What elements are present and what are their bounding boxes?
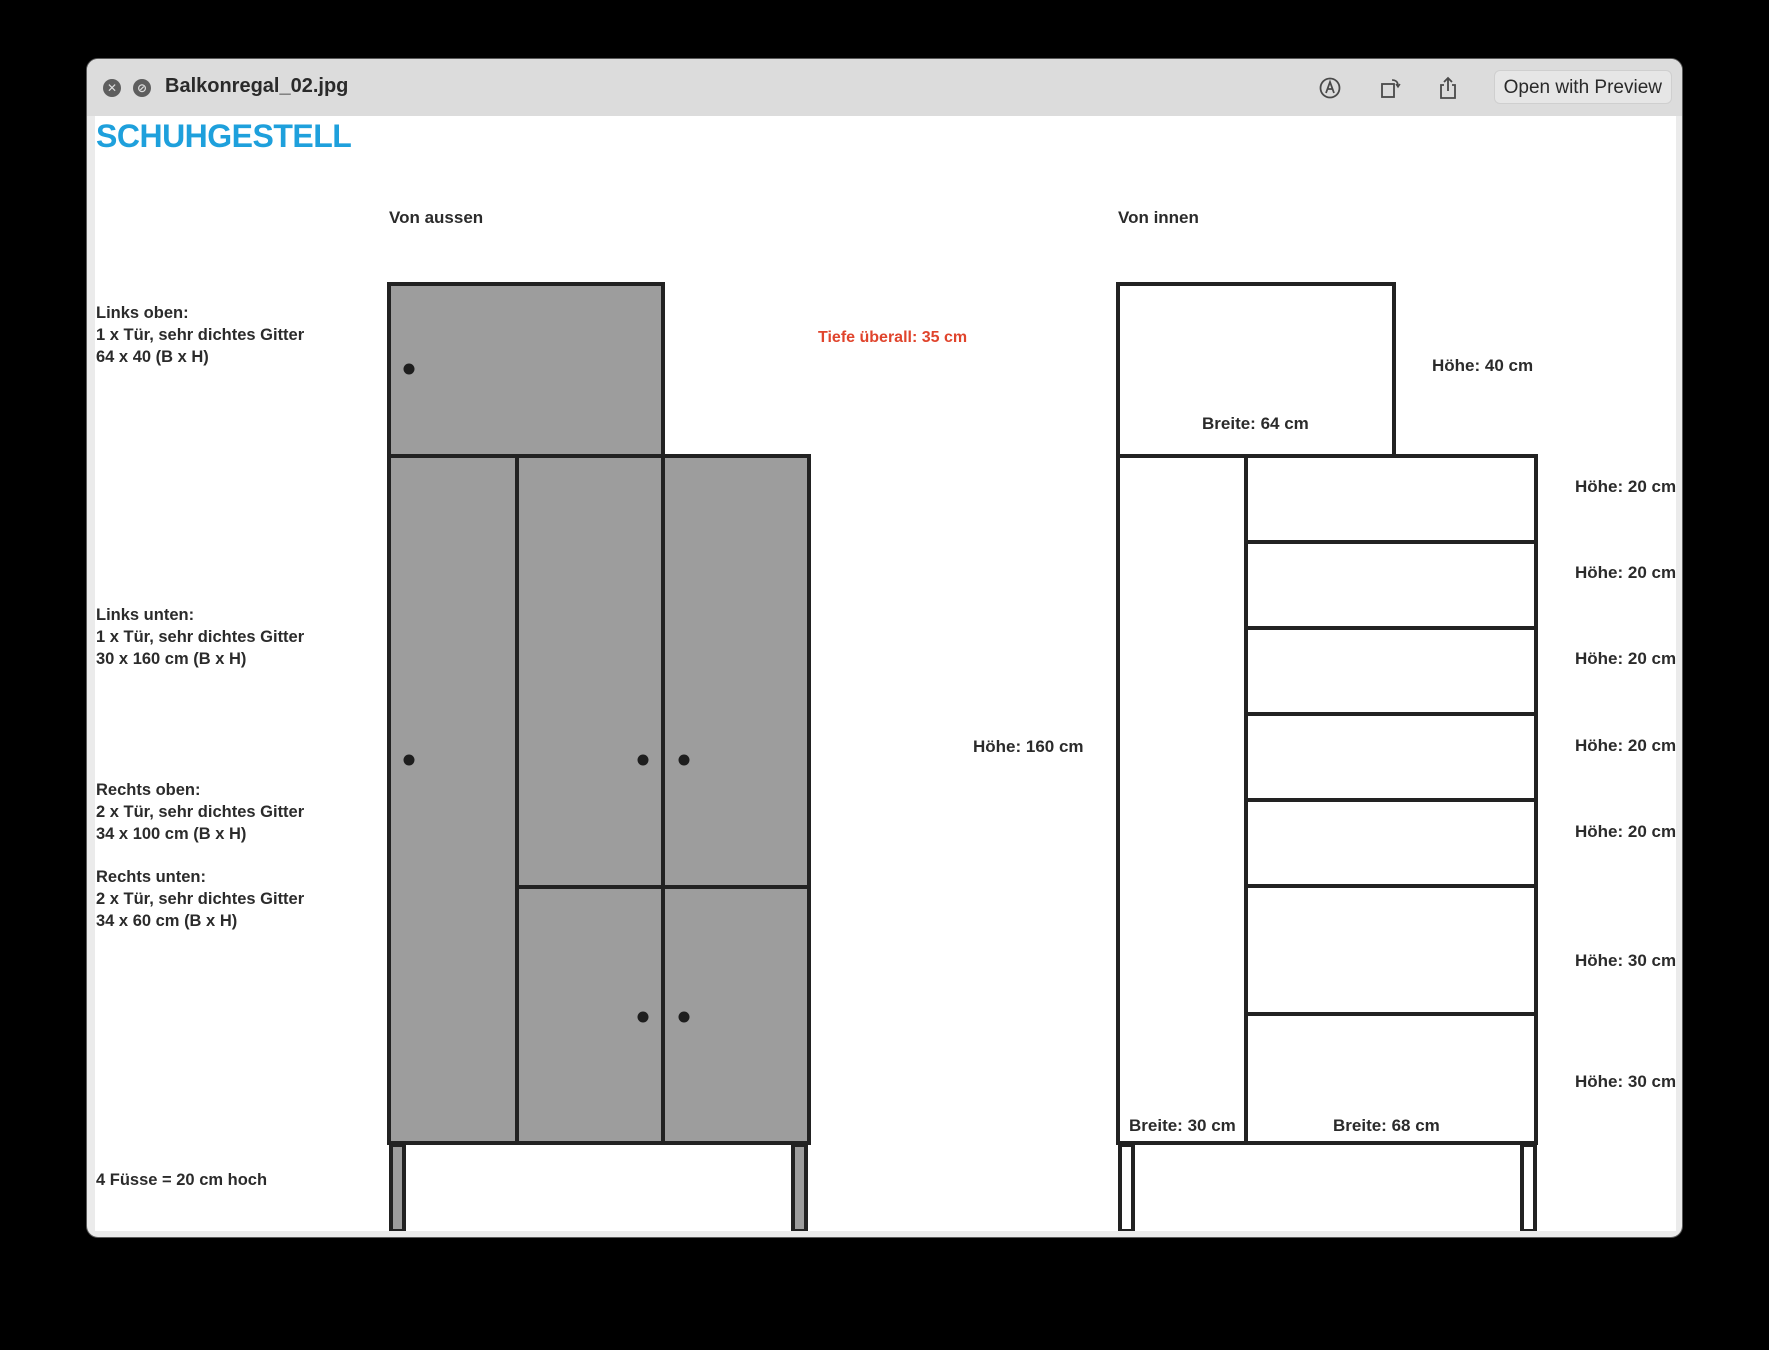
shelf (1244, 540, 1538, 630)
shelf-height-label: Höhe: 20 cm (1575, 822, 1676, 841)
knob (403, 754, 415, 766)
markup-icon[interactable] (1317, 75, 1343, 101)
share-icon[interactable] (1435, 75, 1461, 101)
shelf-height-label: Höhe: 20 cm (1575, 736, 1676, 755)
open-with-preview-button[interactable]: Open with Preview (1493, 70, 1672, 104)
inside-right-width-label: Breite: 68 cm (1333, 1116, 1440, 1135)
inside-left-compartment (1116, 454, 1248, 1145)
shelf-height-label: Höhe: 30 cm (1575, 1072, 1676, 1091)
shelf-height-label: Höhe: 30 cm (1575, 951, 1676, 970)
knob (637, 1011, 649, 1023)
title-bar: ✕ ⊘ Balkonregal_02.jpg Open with Preview (87, 59, 1682, 116)
foot-right (1520, 1143, 1537, 1231)
shelf-height-label: Höhe: 20 cm (1575, 563, 1676, 582)
shelf (1244, 798, 1538, 888)
foot-left (1118, 1143, 1135, 1231)
door-left-bottom (387, 454, 519, 1145)
cabinet-drawing (387, 282, 1538, 1231)
inside-top-height-label: Höhe: 40 cm (1432, 356, 1534, 375)
shelf (1244, 712, 1538, 802)
door-right-top-1 (515, 454, 665, 889)
door-right-top-2 (661, 454, 811, 889)
knob (678, 1011, 690, 1023)
rotate-icon[interactable] (1377, 75, 1403, 101)
fullscreen-icon[interactable]: ⊘ (133, 79, 151, 97)
inside-top-width-label: Breite: 64 cm (1202, 414, 1309, 433)
inside-view (1116, 282, 1538, 1231)
close-icon[interactable]: ✕ (103, 79, 121, 97)
foot-right (791, 1143, 808, 1231)
inside-left-width-label: Breite: 30 cm (1129, 1116, 1236, 1135)
shelf (1244, 626, 1538, 716)
foot-left (389, 1143, 406, 1231)
knob (678, 754, 690, 766)
preview-window: ✕ ⊘ Balkonregal_02.jpg Open with Preview… (86, 58, 1683, 1238)
height-total-label: Höhe: 160 cm (973, 737, 1084, 756)
shelf (1244, 884, 1538, 1016)
knob (403, 363, 415, 375)
shelf (1244, 454, 1538, 544)
knob (637, 754, 649, 766)
shelf-height-label: Höhe: 20 cm (1575, 477, 1676, 496)
outside-view (387, 282, 811, 1231)
image-canvas: SCHUHGESTELL Von aussen Von innen Tiefe … (95, 116, 1676, 1231)
window-title: Balkonregal_02.jpg (165, 75, 349, 97)
shelf-height-label: Höhe: 20 cm (1575, 649, 1676, 668)
door-left-top (387, 282, 665, 458)
